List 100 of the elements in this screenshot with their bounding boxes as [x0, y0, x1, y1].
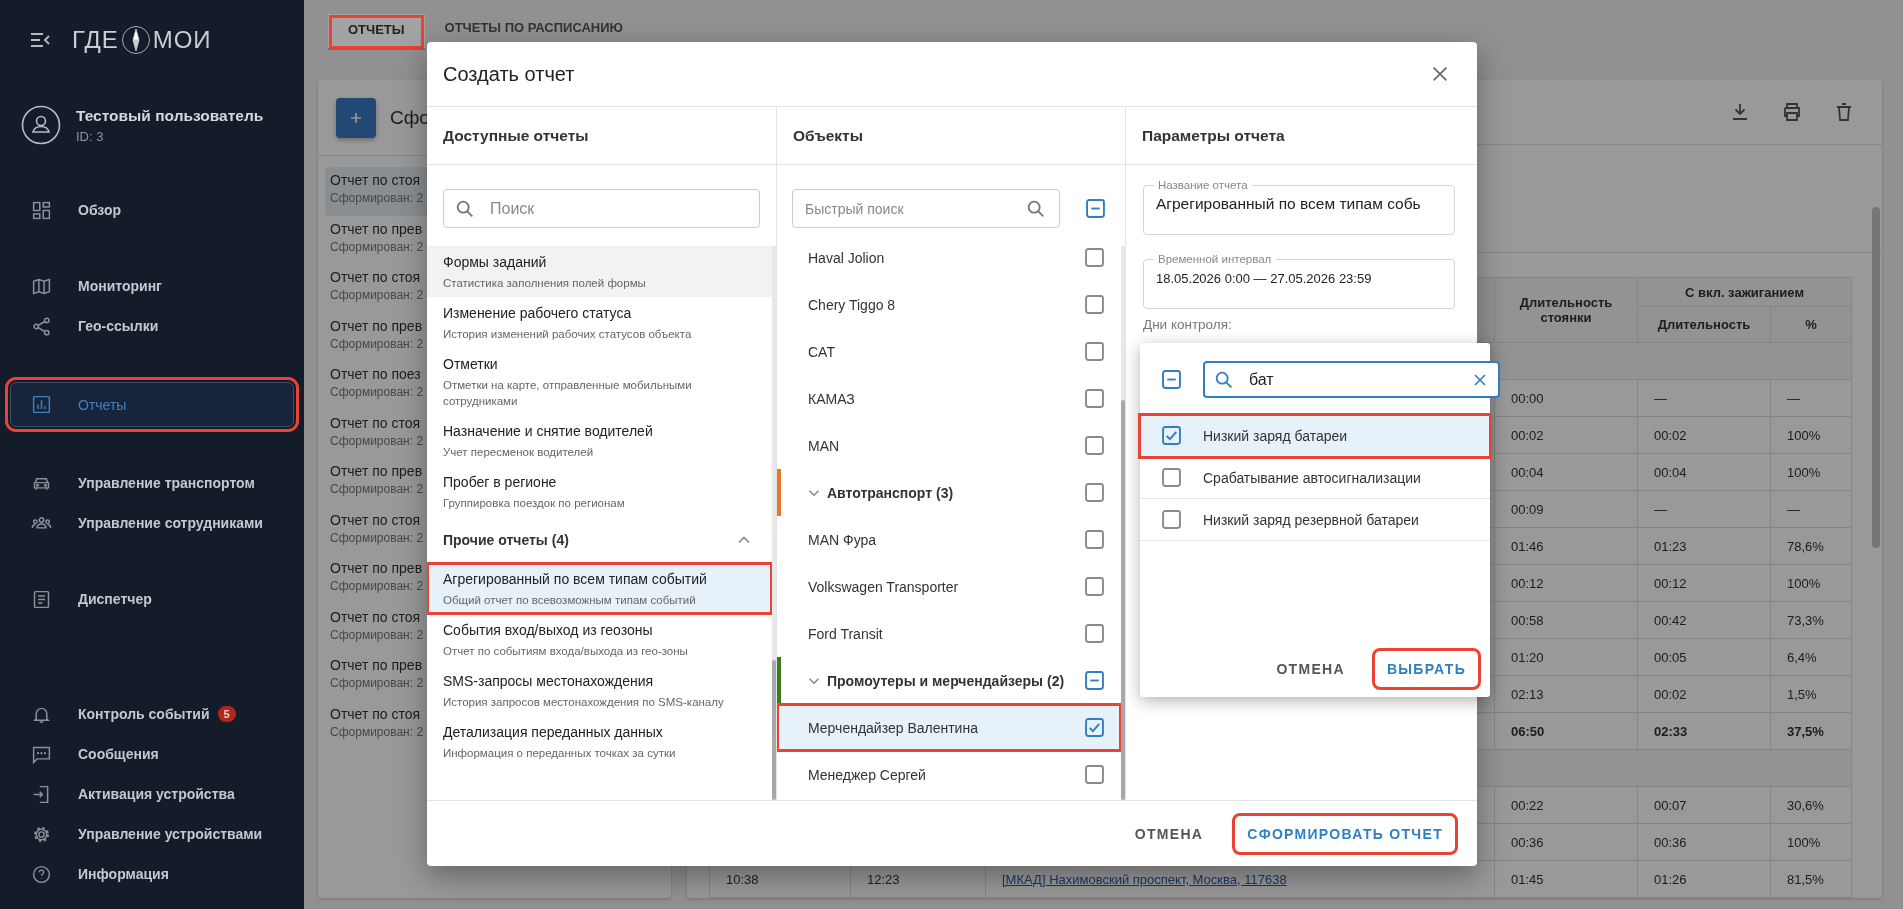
object-row[interactable]: Мерчендайзер Валентина — [777, 704, 1121, 751]
nav-item[interactable]: Управление устройствами — [10, 814, 294, 854]
search-input[interactable]: Поиск — [490, 199, 759, 218]
object-row[interactable]: Haval Jolion — [777, 246, 1121, 281]
object-group-row[interactable]: Автотранспорт (3) — [777, 469, 1121, 516]
report-type-description: Информация о переданных точках за сутки — [443, 746, 677, 761]
search-field[interactable]: Быстрый поиск — [792, 189, 1060, 228]
checkbox[interactable] — [1085, 295, 1104, 314]
checkbox[interactable] — [1085, 671, 1104, 690]
scrollbar[interactable] — [1872, 207, 1880, 548]
event-name: Низкий заряд резервной батареи — [1203, 511, 1419, 528]
text-input[interactable]: Агрегированный по всем типам собь — [1156, 193, 1443, 215]
object-row[interactable]: КАМАЗ — [777, 375, 1121, 422]
report-title: Отчет по прев — [330, 560, 423, 576]
checkbox[interactable] — [1085, 624, 1104, 643]
report-type-item[interactable]: Изменение рабочего статуса История изменений рабочих статусов объекта — [427, 297, 772, 348]
report-type-item[interactable]: События вход/выход из геозоны Отчет по событиям входа/выхода из гео-зоны — [427, 614, 772, 665]
column-header: Длительность стоянки — [1494, 277, 1638, 343]
nav-item[interactable]: Обзор — [10, 190, 294, 230]
object-row[interactable]: CAT — [777, 328, 1121, 375]
table-cell: 1,5% — [1787, 686, 1817, 702]
checkbox[interactable] — [1162, 426, 1181, 445]
search-input[interactable]: бат — [1249, 370, 1456, 389]
table-cell: 81,5% — [1787, 871, 1824, 887]
text-field[interactable]: Временной интервал 18.05.2026 0:00 — 27.05.2026 23:59 — [1143, 253, 1455, 309]
scrollbar[interactable] — [1121, 246, 1125, 800]
report-type-item[interactable]: Назначение и снятие водителей Учет пересменок водителей — [427, 415, 772, 466]
checkbox[interactable] — [1085, 248, 1104, 267]
user-name: Тестовый пользователь — [76, 106, 264, 125]
report-group-header[interactable]: Прочие отчеты (4) — [427, 517, 772, 563]
object-row[interactable]: Менеджер Сергей — [777, 751, 1121, 798]
search-input[interactable]: Быстрый поиск — [805, 200, 1017, 217]
count-badge: 5 — [217, 706, 236, 722]
report-type-title: События вход/выход из геозоны — [443, 621, 654, 640]
checkbox[interactable] — [1085, 436, 1104, 455]
checkbox[interactable] — [1085, 342, 1104, 361]
object-row[interactable]: Chery Tiggo 8 — [777, 281, 1121, 328]
checkbox[interactable] — [1086, 199, 1105, 218]
event-name: Срабатывание автосигнализации — [1203, 469, 1421, 486]
checkbox[interactable] — [1162, 468, 1181, 487]
object-group-row[interactable]: Промоутеры и мерчендайзеры (2) — [777, 657, 1121, 704]
scrollbar[interactable] — [772, 246, 776, 800]
text-input[interactable]: 18.05.2026 0:00 — 27.05.2026 23:59 — [1156, 267, 1443, 289]
nav-item[interactable]: Контроль событий 5 — [10, 694, 294, 734]
table-cell: 100% — [1787, 575, 1821, 591]
user-avatar-icon[interactable] — [21, 105, 61, 145]
report-type-description: Отчет по событиям входа/выхода из гео-зоны — [443, 644, 689, 659]
nav-item[interactable]: Управление сотрудниками — [10, 503, 294, 543]
search-field[interactable]: Поиск — [443, 189, 760, 228]
tab[interactable]: ОТЧЕТЫ — [328, 14, 425, 50]
nav-item[interactable]: Активация устройства — [10, 774, 294, 814]
object-row[interactable]: MAN Фура — [777, 516, 1121, 563]
report-type-description: Статистика заполнения полей формы — [443, 276, 647, 291]
checkbox[interactable] — [1085, 530, 1104, 549]
object-name: Chery Tiggo 8 — [808, 296, 897, 313]
object-row[interactable]: Volkswagen Transporter — [777, 563, 1121, 610]
text-field[interactable]: Название отчета Агрегированный по всем типам собь — [1143, 179, 1455, 235]
checkbox[interactable] — [1085, 577, 1104, 596]
nav-item[interactable]: Диспетчер — [10, 579, 294, 619]
report-type-description: Учет пересменок водителей — [443, 445, 595, 460]
report-title: Отчет по прев — [330, 317, 423, 334]
add-button[interactable] — [336, 97, 376, 138]
table-cell: — — [1787, 390, 1800, 406]
report-type-title: Отметки — [443, 355, 499, 374]
object-row[interactable]: MAN — [777, 422, 1121, 469]
report-type-item[interactable]: Пробег в регионе Группировка поездок по регионам — [427, 466, 772, 517]
checkbox[interactable] — [1085, 765, 1104, 784]
grid-icon — [31, 199, 52, 221]
checkbox[interactable] — [1162, 510, 1181, 529]
report-type-item[interactable]: Отметки Отметки на карте, отправленные мобильными сотрудниками — [427, 348, 772, 415]
search-field[interactable]: бат — [1203, 361, 1500, 398]
nav-item[interactable]: Мониторинг — [10, 266, 294, 306]
event-option[interactable]: Срабатывание автосигнализации — [1140, 457, 1490, 499]
report-title: Отчет по прев — [330, 463, 423, 479]
nav-item[interactable]: Сообщения — [10, 734, 294, 774]
report-date: Сформирован: 2 — [330, 433, 424, 448]
nav-item[interactable]: Информация — [10, 854, 294, 894]
report-type-item[interactable]: Детализация переданных данных Информация о переданных точках за сутки — [427, 716, 772, 767]
checkbox[interactable] — [1085, 389, 1104, 408]
report-title: Отчет по стоя — [330, 705, 421, 722]
report-type-item[interactable]: SMS-запросы местонахождения История запросов местонахождения по SMS-каналу — [427, 665, 772, 716]
checkbox[interactable] — [1085, 718, 1104, 737]
object-row[interactable]: Ford Transit — [777, 610, 1121, 657]
object-name: MAN Фура — [808, 531, 878, 548]
table-cell: 00:12 — [1654, 575, 1687, 591]
table-cell: 100% — [1787, 427, 1821, 443]
report-type-item[interactable]: Формы заданий Статистика заполнения полей формы — [427, 246, 772, 297]
event-option[interactable]: Низкий заряд резервной батареи — [1140, 499, 1490, 541]
table-cell: 00:04 — [1511, 464, 1544, 480]
table-cell: 30,6% — [1787, 797, 1824, 813]
object-name: Haval Jolion — [808, 249, 886, 266]
event-option[interactable]: Низкий заряд батареи — [1140, 415, 1490, 457]
column-header: Длительность — [1637, 306, 1771, 343]
report-type-item[interactable]: Агрегированный по всем типам событий Общий отчет по всевозможным типам событий — [427, 563, 772, 614]
table-cell: 37,5% — [1787, 723, 1824, 739]
nav-item[interactable]: Гео-ссылки — [10, 306, 294, 346]
report-date: Сформирован: 2 — [330, 627, 424, 642]
nav-item[interactable]: Управление транспортом — [10, 463, 294, 503]
checkbox[interactable] — [1085, 483, 1104, 502]
checkbox[interactable] — [1162, 370, 1181, 389]
